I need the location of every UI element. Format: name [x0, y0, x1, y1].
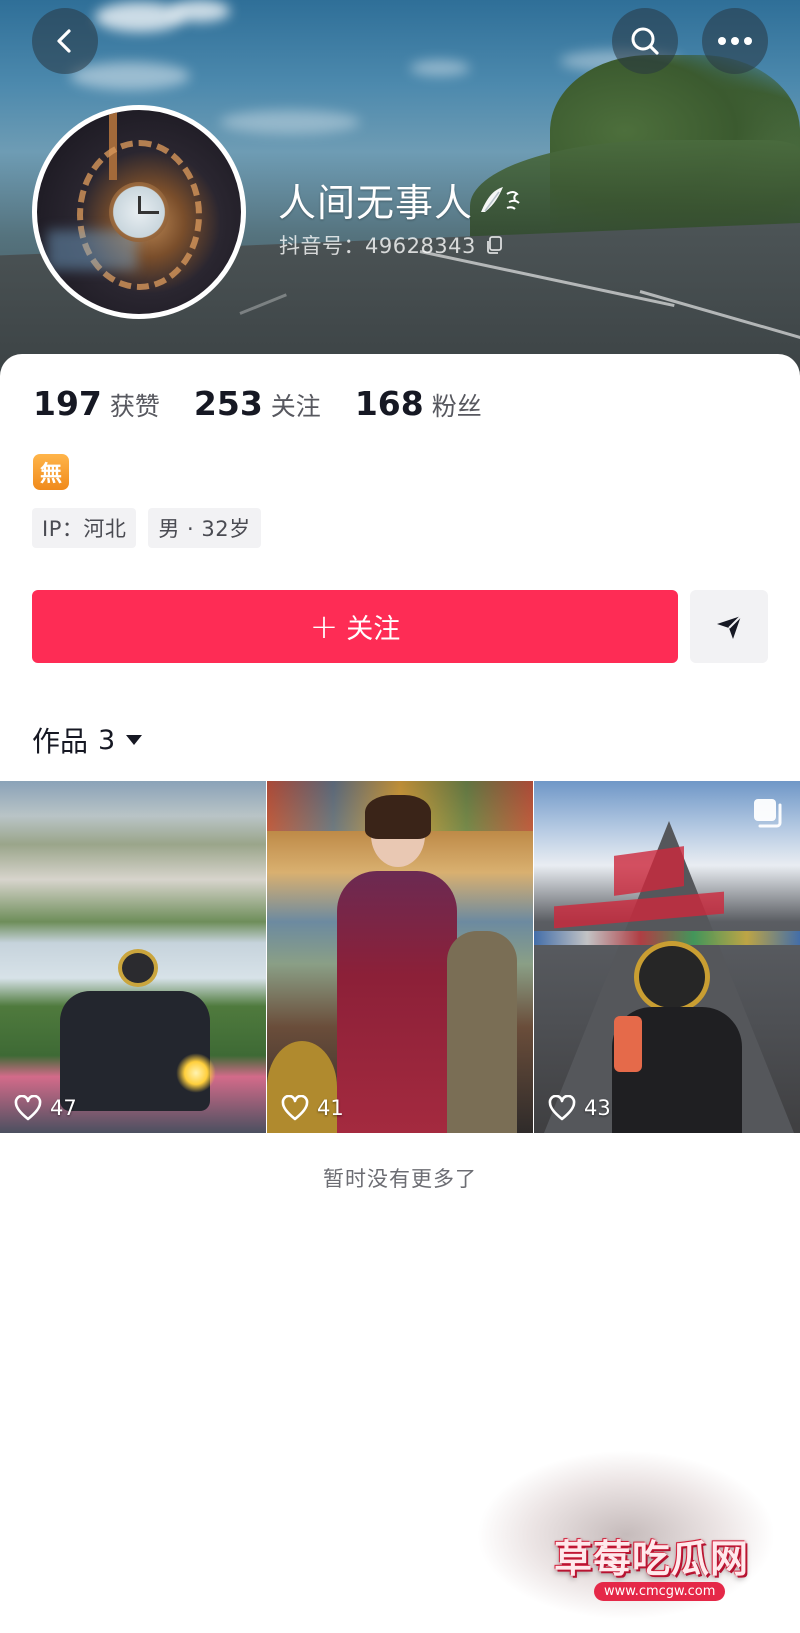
works-grid: 47 41 43 [0, 781, 800, 1133]
heart-icon [548, 1095, 576, 1121]
works-tab[interactable]: 作品 3 [32, 720, 143, 760]
stat-following-value: 253 [193, 384, 263, 423]
message-button[interactable] [690, 590, 768, 663]
works-tab-label: 作品 [32, 725, 89, 758]
feather-emoji-icon [481, 186, 520, 212]
send-icon [717, 614, 742, 639]
stat-followers[interactable]: 168 粉丝 [355, 384, 482, 423]
chevron-left-icon [57, 29, 71, 53]
more-horizontal-icon [718, 37, 752, 45]
stat-likes-label: 获赞 [109, 392, 160, 421]
like-count: 43 [584, 1096, 611, 1120]
more-button[interactable] [702, 8, 768, 74]
search-icon [631, 27, 659, 55]
profile-tags: IP：河北 男 · 32岁 [32, 508, 273, 548]
bio-emoji-badge: 無 [33, 454, 69, 490]
gender-age-tag: 男 · 32岁 [148, 508, 261, 548]
watermark-url: www.cmcgw.com [594, 1582, 726, 1601]
site-watermark: 草莓吃瓜网 www.cmcgw.com [476, 1450, 796, 1620]
follow-button[interactable]: + 关注 [32, 590, 678, 663]
no-more-text: 暂时没有更多了 [323, 1167, 477, 1191]
works-count: 3 [98, 724, 116, 756]
like-count: 47 [50, 1096, 77, 1120]
multi-image-icon [754, 799, 782, 828]
work-thumbnail[interactable]: 43 [534, 781, 800, 1133]
heart-icon [14, 1095, 42, 1121]
stat-following[interactable]: 253 关注 [194, 384, 321, 423]
nickname: 人间无事人 [278, 181, 474, 225]
copy-icon[interactable] [484, 235, 504, 255]
caret-down-icon [126, 735, 143, 745]
stat-likes[interactable]: 197 获赞 [33, 384, 160, 423]
plus-icon: + [309, 606, 339, 647]
douyin-id-row: 抖音号：49628343 [279, 230, 504, 260]
nickname-row: 人间无事人 [278, 172, 525, 227]
like-row: 47 [14, 1095, 77, 1121]
stats-row: 197 获赞 253 关注 168 粉丝 [33, 384, 516, 423]
like-row: 43 [548, 1095, 611, 1121]
work-thumbnail[interactable]: 47 [0, 781, 266, 1133]
work-thumbnail[interactable]: 41 [267, 781, 533, 1133]
back-button[interactable] [32, 8, 98, 74]
stat-followers-label: 粉丝 [431, 392, 482, 421]
profile-card: 197 获赞 253 关注 168 粉丝 無 IP：河北 男 · 32岁 + 关… [0, 354, 800, 1633]
watermark-text: 草莓吃瓜网 [554, 1537, 750, 1581]
like-row: 41 [281, 1095, 344, 1121]
search-button[interactable] [612, 8, 678, 74]
follow-button-label: 关注 [346, 614, 401, 645]
like-count: 41 [317, 1096, 344, 1120]
stat-likes-value: 197 [33, 384, 102, 423]
heart-icon [281, 1095, 309, 1121]
stat-followers-value: 168 [354, 384, 424, 423]
avatar[interactable] [32, 105, 246, 319]
stat-following-label: 关注 [270, 392, 321, 421]
douyin-id: 抖音号：49628343 [279, 234, 476, 258]
ip-location-tag: IP：河北 [32, 508, 137, 548]
